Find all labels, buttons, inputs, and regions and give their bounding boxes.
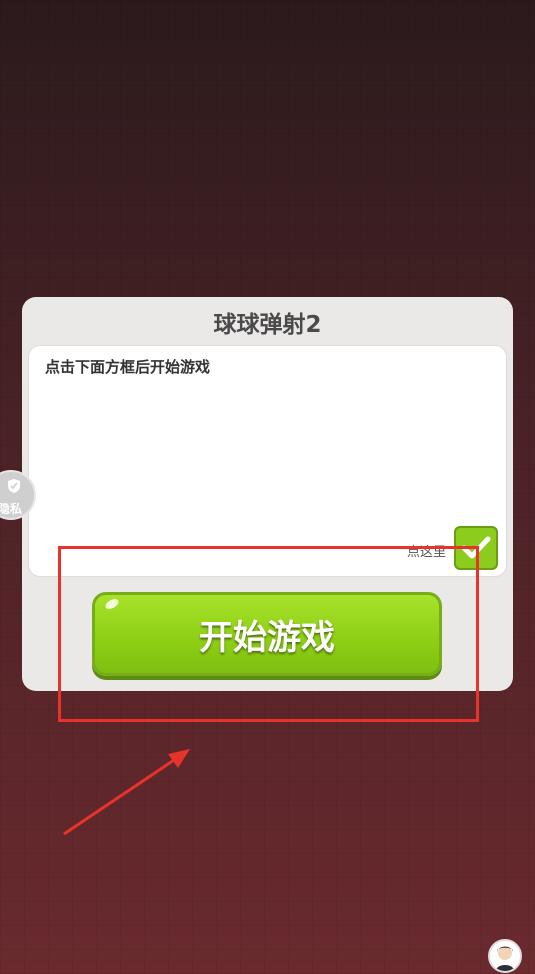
annotation-arrow <box>63 749 190 836</box>
avatar-icon <box>496 946 514 971</box>
assistant-avatar[interactable] <box>488 939 522 973</box>
